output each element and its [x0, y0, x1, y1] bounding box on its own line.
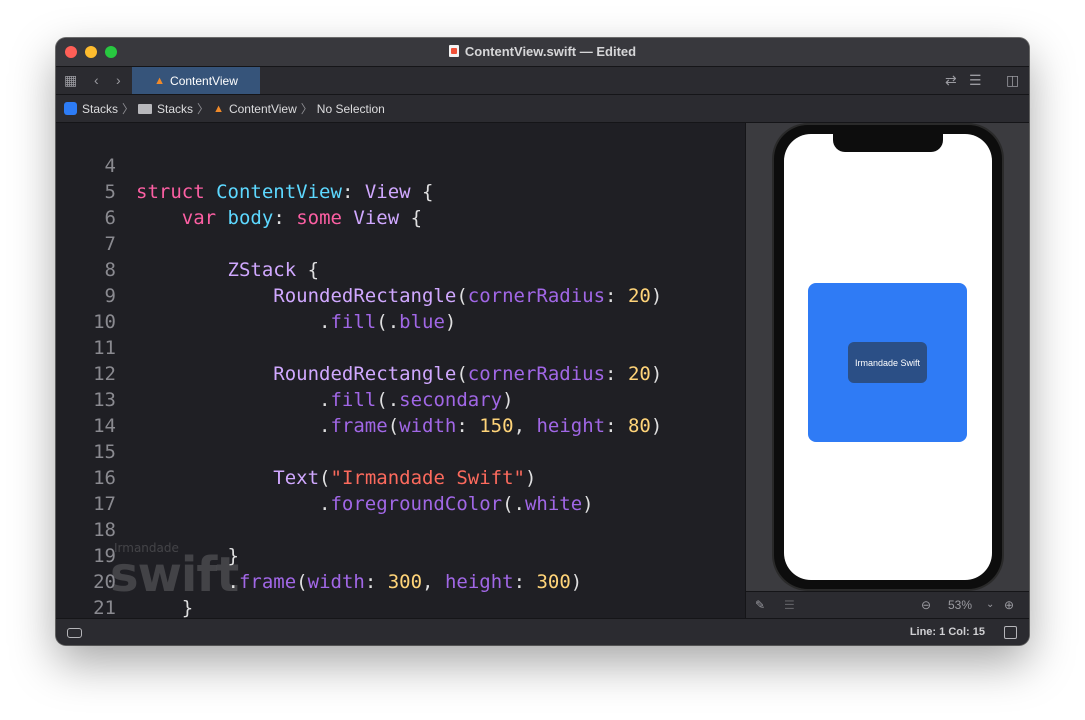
- iphone-preview-frame: Irmandade Swift: [774, 125, 1002, 589]
- code-line[interactable]: 11 RoundedRectangle(cornerRadius: 20): [56, 309, 745, 385]
- title-bar: ContentView.swift — Edited: [56, 38, 1029, 67]
- code-line[interactable]: 12 .fill(.secondary): [56, 335, 745, 411]
- canvas-toolbar: ✎ ☰ ⊖ 53% ⌄ ⊕: [745, 591, 1029, 619]
- code-line[interactable]: 15 Text("Irmandade Swift"): [56, 413, 745, 489]
- preview-canvas[interactable]: Irmandade Swift: [745, 123, 1029, 591]
- status-bar: Line: 1 Col: 15: [56, 618, 1029, 645]
- code-line[interactable]: 7 ZStack {: [56, 205, 745, 281]
- code-line[interactable]: 17: [56, 465, 745, 515]
- code-line[interactable]: 4 struct ContentView: View {: [56, 127, 745, 203]
- code-line[interactable]: 19 .frame(width: 300, height: 300): [56, 517, 745, 593]
- swift-icon: ▲: [154, 74, 166, 87]
- inspector-icon[interactable]: ☰: [969, 72, 982, 88]
- code-line[interactable]: 6: [56, 179, 745, 229]
- zoom-out-icon[interactable]: ⊖: [921, 598, 931, 612]
- add-editor-icon[interactable]: ◫: [1006, 72, 1019, 88]
- swap-icon[interactable]: ⇄: [945, 72, 957, 88]
- project-icon: [64, 102, 77, 115]
- breadcrumb-group[interactable]: Stacks: [138, 102, 193, 116]
- grid-icon[interactable]: ▦: [64, 72, 77, 88]
- cursor-position: Line: 1 Col: 15: [909, 626, 985, 638]
- pin-icon[interactable]: ✎: [755, 598, 765, 612]
- tab-contentview[interactable]: ▲ ContentView: [132, 67, 260, 94]
- phone-notch: [833, 134, 943, 152]
- list-icon[interactable]: ☰: [784, 598, 795, 612]
- preview-screen: Irmandade Swift: [784, 134, 992, 580]
- zoom-in-icon[interactable]: ⊕: [1004, 598, 1014, 612]
- breadcrumb-selection[interactable]: No Selection: [317, 102, 385, 116]
- chevron-right-icon: 〉: [122, 102, 135, 116]
- code-line[interactable]: 14: [56, 387, 745, 437]
- breadcrumb-file[interactable]: ▲ ContentView: [213, 102, 297, 116]
- xcode-window: ContentView.swift — Edited ▦ ‹ › ▲ Conte…: [56, 38, 1029, 645]
- code-line[interactable]: 9 .fill(.blue): [56, 257, 745, 333]
- preview-text: Irmandade Swift: [854, 357, 921, 368]
- code-line[interactable]: 21 }: [56, 569, 745, 618]
- tab-bar: ▦ ‹ › ▲ ContentView ⇄ ☰ ◫: [56, 67, 1029, 95]
- preview-secondary-rounded-rectangle[interactable]: Irmandade Swift: [848, 342, 927, 383]
- swift-document-icon: [448, 45, 459, 57]
- panel-toggle-icon[interactable]: [1004, 626, 1017, 639]
- chevron-down-icon[interactable]: ⌄: [986, 598, 994, 612]
- breadcrumb: Stacks 〉 Stacks 〉 ▲ ContentView 〉 No Sel…: [56, 95, 1029, 123]
- code-line[interactable]: 22: [56, 595, 745, 618]
- code-line[interactable]: 18 }: [56, 491, 745, 567]
- code-line[interactable]: 16 .foregroundColor(.white): [56, 439, 745, 515]
- back-icon[interactable]: ‹: [94, 72, 99, 88]
- window-title: ContentView.swift — Edited: [56, 44, 1029, 59]
- chevron-right-icon: 〉: [300, 102, 313, 116]
- breadcrumb-project[interactable]: Stacks: [64, 102, 118, 116]
- swift-icon: ▲: [213, 102, 224, 115]
- debug-area-toggle-icon[interactable]: [67, 628, 82, 638]
- preview-blue-rounded-rectangle[interactable]: Irmandade Swift: [808, 283, 967, 442]
- zoom-level[interactable]: 53%: [948, 598, 972, 612]
- code-line[interactable]: 10: [56, 283, 745, 333]
- forward-icon[interactable]: ›: [116, 72, 121, 88]
- folder-icon: [138, 103, 153, 114]
- code-line[interactable]: 8 RoundedRectangle(cornerRadius: 20): [56, 231, 745, 307]
- code-line[interactable]: 5 var body: some View {: [56, 153, 745, 229]
- code-editor[interactable]: Irmandade swift 4 struct ContentView: Vi…: [56, 123, 745, 618]
- code-line[interactable]: 20 }: [56, 543, 745, 618]
- chevron-right-icon: 〉: [197, 102, 210, 116]
- code-line[interactable]: 13 .frame(width: 150, height: 80): [56, 361, 745, 437]
